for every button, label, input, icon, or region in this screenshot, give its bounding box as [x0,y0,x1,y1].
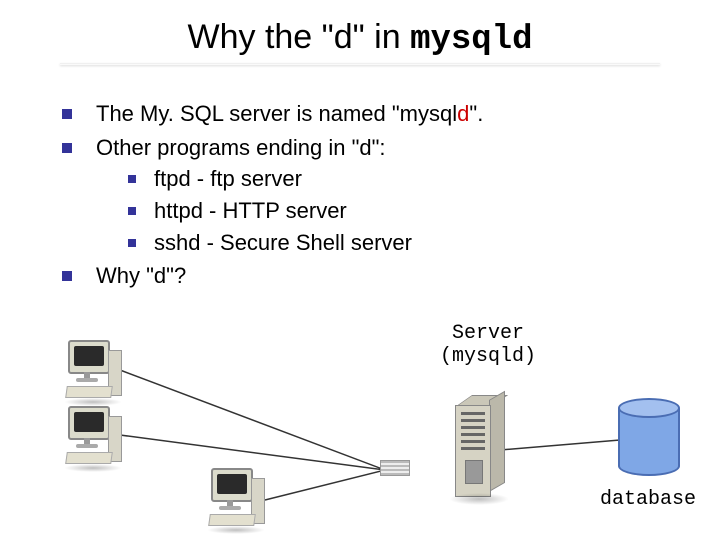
bullet-2: Other programs ending in "d": ftpd - ftp… [50,133,680,258]
title-text-prefix: Why the "d" in [188,18,411,56]
bullet-1-pre: The My. SQL server is named "mysql [96,101,457,126]
monitor-base [76,378,98,382]
bullet-3-text: Why "d"? [96,263,186,288]
rack-unit-icon [380,460,410,476]
server-front [455,405,491,497]
sub-bullet-2-text: httpd - HTTP server [154,198,347,223]
sub-bullet-3-text: sshd - Secure Shell server [154,230,412,255]
keyboard-icon [208,514,256,526]
server-label: Server (mysqld) [440,322,536,368]
keyboard-icon [65,386,113,398]
client-computer-icon [62,406,122,472]
monitor-icon [68,406,110,440]
title-text-mono: mysqld [410,21,532,59]
shadow [449,493,509,505]
bullet-list: The My. SQL server is named "mysqld". Ot… [50,99,680,291]
database-cylinder-icon [618,398,680,476]
monitor-base [76,444,98,448]
bullet-1-red-d: d [457,101,469,126]
sub-bullet-list: ftpd - ftp server httpd - HTTP server ss… [116,164,680,257]
keyboard-icon [65,452,113,464]
shadow [64,398,122,406]
sub-bullet-3: sshd - Secure Shell server [116,228,680,258]
monitor-icon [211,468,253,502]
monitor-icon [68,340,110,374]
paren-open: ( [440,345,452,368]
client-computer-icon [205,468,265,534]
database-label: database [600,488,696,511]
slide-body: The My. SQL server is named "mysqld". Ot… [0,65,720,291]
server-label-line2: (mysqld) [440,345,536,368]
slide: Why the "d" in mysqld The My. SQL server… [0,0,720,540]
sub-bullet-1-text: ftpd - ftp server [154,166,302,191]
diagram: Server (mysqld) database [0,310,720,540]
sub-bullet-2: httpd - HTTP server [116,196,680,226]
server-tower-icon [455,405,503,505]
shadow [207,526,265,534]
bullet-2-text: Other programs ending in "d": [96,135,386,160]
sub-bullet-1: ftpd - ftp server [116,164,680,194]
client-computer-icon [62,340,122,406]
bullet-3: Why "d"? [50,261,680,291]
bullet-1: The My. SQL server is named "mysqld". [50,99,680,129]
slide-title: Why the "d" in mysqld [0,0,720,59]
db-top [618,398,680,418]
bullet-1-post: ". [469,101,483,126]
paren-close: ) [524,345,536,368]
shadow [64,464,122,472]
server-label-line1: Server [440,322,536,345]
db-bottom [618,456,680,476]
server-label-mono: mysqld [452,345,524,368]
monitor-base [219,506,241,510]
server-side [489,391,505,492]
